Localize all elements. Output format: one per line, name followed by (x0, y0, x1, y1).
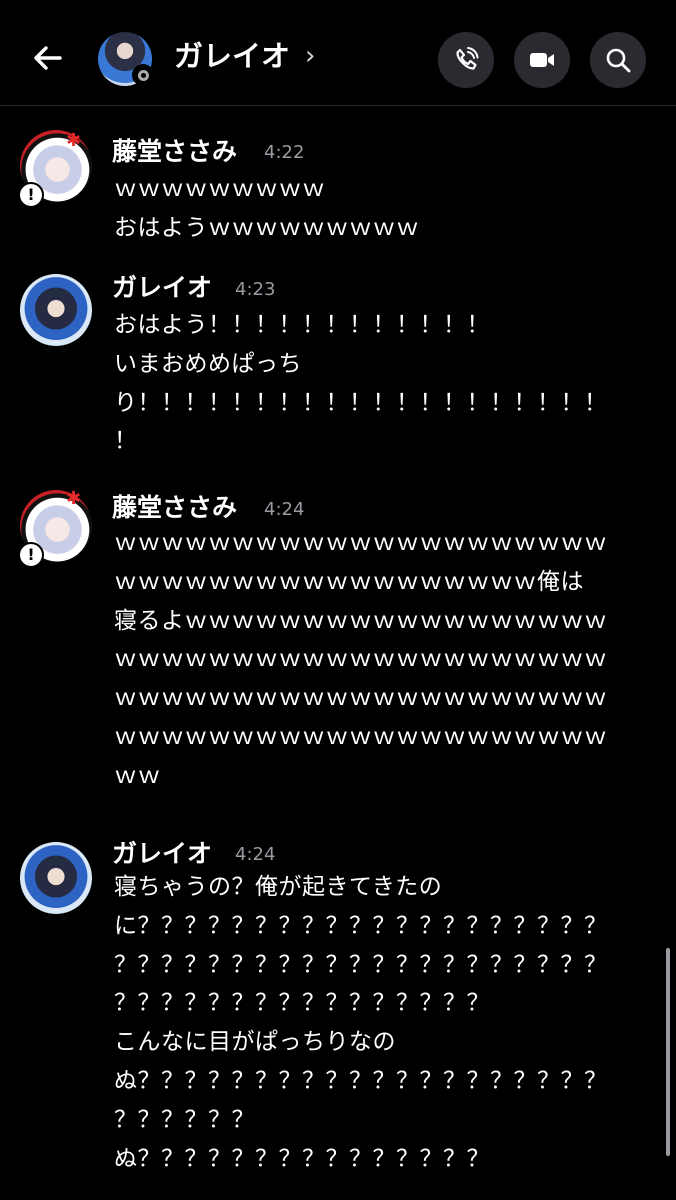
message-timestamp: 4:24 (264, 499, 305, 520)
message-author[interactable]: 藤堂ささみ (112, 136, 237, 168)
avatar[interactable] (20, 274, 92, 346)
message-timestamp: 4:22 (264, 142, 305, 163)
chat-header: ガレイオ › (0, 0, 676, 106)
avatar[interactable] (20, 842, 92, 914)
video-call-button[interactable] (514, 32, 570, 88)
message-text: ｗｗｗｗｗｗｗｗｗ おはようｗｗｗｗｗｗｗｗｗ (114, 176, 420, 241)
channel-title[interactable]: ガレイオ (174, 36, 290, 76)
message-timestamp: 4:24 (235, 844, 276, 865)
chevron-right-icon[interactable]: › (305, 36, 315, 76)
alert-badge-icon: ! (18, 542, 44, 568)
search-icon (606, 48, 631, 73)
message-text: 寝ちゃうの？俺が起きてきたの に？？？？？？？？？？？？？？？？？？？？ ？？？… (114, 874, 608, 1172)
voice-call-button[interactable] (438, 32, 494, 88)
message-author[interactable]: 藤堂ささみ (112, 492, 237, 524)
phone-icon (456, 47, 479, 70)
scrollbar[interactable] (666, 948, 670, 1156)
alert-badge-icon: ! (18, 182, 44, 208)
back-arrow-icon[interactable] (30, 40, 66, 76)
anger-mark-icon: ✱ (66, 130, 82, 151)
video-camera-icon (530, 53, 554, 67)
message-text: ｗｗｗｗｗｗｗｗｗｗｗｗｗｗｗｗｗｗｗｗｗ ｗｗｗｗｗｗｗｗｗｗｗｗｗｗｗｗｗｗ… (114, 530, 608, 789)
anger-mark-icon: ✱ (66, 488, 82, 509)
status-indicator-icon (132, 64, 154, 86)
message-text: おはよう！！！！！！！！！！！！ いまおめめぱっち り！！！！！！！！！！！！！… (114, 312, 608, 455)
message-timestamp: 4:23 (235, 279, 276, 300)
message-author[interactable]: ガレイオ (112, 272, 212, 304)
message-author[interactable]: ガレイオ (112, 838, 212, 870)
search-button[interactable] (590, 32, 646, 88)
